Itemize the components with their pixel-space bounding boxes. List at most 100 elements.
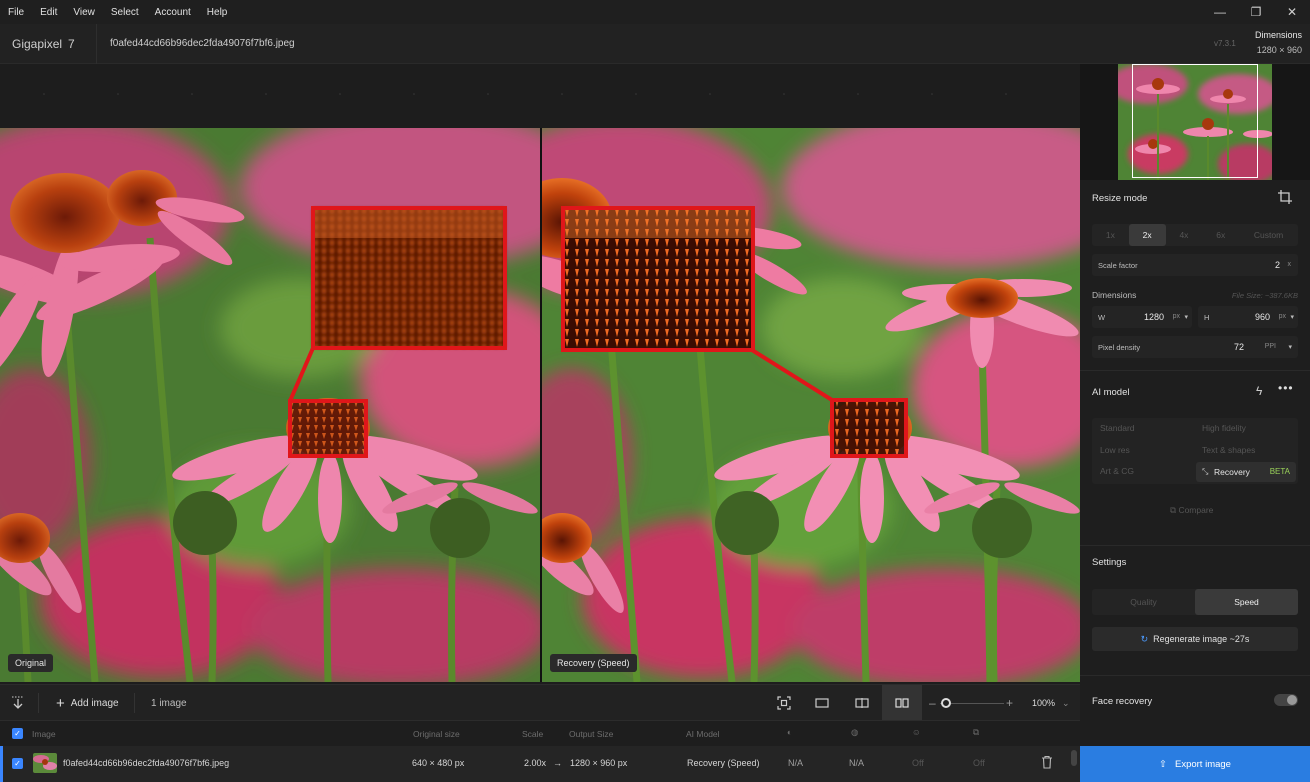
height-unit-caret-icon[interactable]: ▾	[1290, 313, 1294, 321]
processed-image	[542, 128, 1080, 682]
model-high-fidelity[interactable]: High fidelity	[1202, 423, 1246, 433]
select-all-checkbox[interactable]: ✓	[12, 728, 23, 739]
ai-model-grid: Standard High fidelity Low res Text & sh…	[1092, 418, 1298, 484]
header-image[interactable]: Image	[32, 729, 56, 739]
fit-view-button[interactable]	[764, 685, 804, 721]
model-low-res[interactable]: Low res	[1100, 445, 1130, 455]
version-tag: v7.3.1	[1214, 39, 1236, 48]
model-text-shapes[interactable]: Text & shapes	[1202, 445, 1255, 455]
row-file-name: f0afed44cd66b96dec2fda49076f7bf6.jpeg	[63, 758, 230, 768]
row-ai-model: Recovery (Speed)	[687, 758, 760, 768]
crop-icon[interactable]	[1278, 190, 1292, 207]
face-recovery-section: Face recovery	[1080, 675, 1310, 746]
menu-view[interactable]: View	[65, 7, 103, 18]
header-ai-model[interactable]: AI Model	[686, 729, 720, 739]
navigator-preview[interactable]	[1080, 64, 1310, 180]
table-row[interactable]: ✓ f0afed44cd66b96dec2fda49076f7bf6.jpeg …	[0, 746, 1080, 782]
export-button[interactable]: ⇧ Export image	[1080, 746, 1310, 782]
resize-option-4x[interactable]: 4x	[1166, 224, 1203, 246]
export-label: Export image	[1174, 758, 1231, 770]
app-name: Gigapixel 7	[12, 37, 75, 51]
height-field[interactable]: H 960 px ▾	[1198, 306, 1298, 328]
single-view-button[interactable]	[802, 685, 842, 721]
fit-screen-icon	[777, 696, 791, 710]
header-original-size[interactable]: Original size	[413, 729, 460, 739]
more-options-icon[interactable]: •••	[1278, 381, 1294, 395]
zoom-level[interactable]: 100%	[1032, 685, 1055, 721]
add-image-button[interactable]: + Add image	[56, 685, 119, 721]
resize-option-custom[interactable]: Custom	[1239, 224, 1298, 246]
row-output-size: 1280 × 960 px	[570, 758, 628, 768]
lightning-icon[interactable]: ϟ	[1256, 384, 1262, 398]
settings-section: Settings Quality Speed ↻ Regenerate imag…	[1080, 545, 1310, 675]
zoom-in-icon[interactable]: +	[1006, 685, 1013, 721]
menu-edit[interactable]: Edit	[32, 7, 65, 18]
list-scrollbar[interactable]	[1071, 750, 1077, 766]
app-name-text: Gigapixel	[12, 37, 63, 51]
resize-mode-selector: 1x 2x 4x 6x Custom	[1092, 224, 1298, 246]
pixel-density-unit: PPI	[1264, 343, 1276, 350]
zoom-slider-handle[interactable]	[941, 698, 951, 708]
resize-option-6x[interactable]: 6x	[1202, 224, 1239, 246]
trash-icon[interactable]	[1041, 755, 1053, 771]
menu-file[interactable]: File	[0, 7, 32, 18]
menu-select[interactable]: Select	[103, 7, 147, 18]
pixel-density-field[interactable]: Pixel density 72 PPI ▾	[1092, 336, 1298, 358]
navigator-viewport-frame[interactable]	[1132, 64, 1258, 178]
section-divider	[1080, 545, 1310, 546]
width-unit-caret-icon[interactable]: ▾	[1184, 313, 1188, 321]
original-label: Original	[8, 654, 54, 672]
resize-option-1x[interactable]: 1x	[1092, 224, 1129, 246]
export-icon: ⇧	[1159, 758, 1167, 770]
menu-account[interactable]: Account	[147, 7, 199, 18]
model-recovery[interactable]: ⤡ Recovery BETA	[1196, 462, 1296, 482]
header-output-size[interactable]: Output Size	[569, 729, 613, 739]
plus-icon: +	[56, 694, 65, 712]
minimize-button[interactable]: —	[1202, 0, 1238, 24]
original-image-pane[interactable]	[0, 128, 540, 682]
width-field[interactable]: W 1280 px ▾	[1092, 306, 1192, 328]
single-view-icon	[815, 698, 829, 708]
compare-button[interactable]: ⧉ Compare	[1170, 505, 1213, 516]
quality-speed-selector: Quality Speed	[1092, 589, 1298, 615]
row-text: Off	[973, 758, 985, 768]
preview-canvas[interactable]: Original Recovery (Speed)	[0, 64, 1080, 684]
split-view-button[interactable]	[842, 685, 882, 721]
add-image-label: Add image	[70, 697, 119, 709]
face-recovery-label: Face recovery	[1092, 696, 1153, 707]
app-version: 7	[68, 37, 75, 51]
side-by-side-button[interactable]	[882, 685, 922, 721]
dimensions-label: Dimensions	[1092, 290, 1137, 300]
close-button[interactable]: ✕	[1274, 0, 1310, 24]
zoom-chevron-down-icon[interactable]: ⌄	[1062, 685, 1070, 721]
row-original-size: 640 × 480 px	[412, 758, 465, 768]
pixel-density-caret-icon[interactable]: ▾	[1288, 343, 1292, 351]
quality-option[interactable]: Quality	[1092, 589, 1195, 615]
file-title: f0afed44cd66b96dec2fda49076f7bf6.jpeg	[110, 38, 295, 49]
zoom-out-icon[interactable]: –	[929, 685, 936, 721]
recovery-icon: ⤡	[1202, 467, 1209, 476]
split-view-icon	[855, 698, 869, 708]
row-checkbox[interactable]: ✓	[12, 758, 23, 769]
import-icon[interactable]	[10, 685, 26, 721]
resize-mode-title: Resize mode	[1092, 193, 1148, 204]
sharpen-icon: ◍	[851, 727, 859, 737]
row-scale: 2.00x	[524, 758, 547, 768]
face-recovery-toggle[interactable]	[1274, 694, 1298, 706]
denoise-icon: ◐	[787, 727, 793, 737]
model-standard[interactable]: Standard	[1100, 423, 1135, 433]
compare-label: Compare	[1178, 505, 1214, 515]
scale-factor-field[interactable]: Scale factor 2 x	[1092, 254, 1298, 276]
settings-title: Settings	[1092, 557, 1127, 568]
header-scale[interactable]: Scale	[522, 729, 543, 739]
regenerate-button[interactable]: ↻ Regenerate image ~27s	[1092, 627, 1298, 651]
resize-option-2x[interactable]: 2x	[1128, 224, 1166, 246]
restore-button[interactable]: ❐	[1238, 0, 1274, 24]
menu-help[interactable]: Help	[199, 7, 236, 18]
model-art-cg[interactable]: Art & CG	[1100, 466, 1134, 476]
row-arrow-icon: →	[553, 758, 562, 768]
processed-label: Recovery (Speed)	[550, 654, 637, 672]
processed-image-pane[interactable]	[542, 128, 1080, 682]
face-icon: ☺	[912, 727, 921, 737]
speed-option[interactable]: Speed	[1195, 589, 1298, 615]
